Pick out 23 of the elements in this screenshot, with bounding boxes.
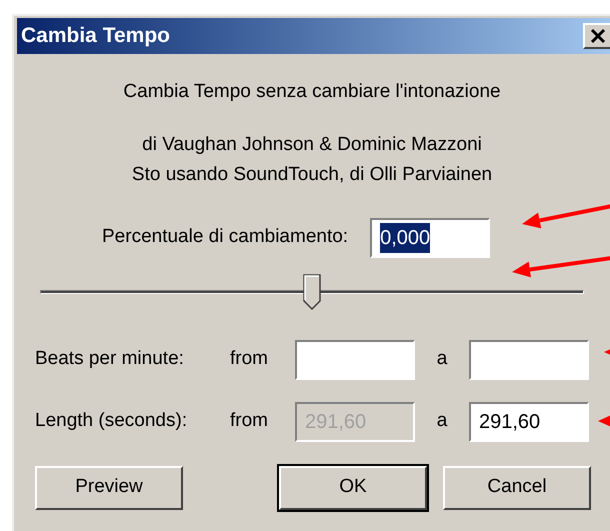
close-icon <box>590 28 606 44</box>
to-field[interactable]: 291,60 <box>469 402 589 442</box>
from-label: from <box>230 409 269 434</box>
window-title: Cambia Tempo <box>21 23 170 50</box>
row-label: Length (seconds): <box>35 409 188 434</box>
row-label: Beats per minute: <box>35 347 185 372</box>
from-label: from <box>230 347 269 372</box>
slider-thumb[interactable] <box>303 274 321 310</box>
description-text: Cambia Tempo senza cambiare l'intonazione <box>123 80 501 104</box>
dialog-button[interactable]: OK <box>279 466 427 510</box>
percent-label: Percentuale di cambiamento: <box>102 225 348 250</box>
description-text: Sto usando SoundTouch, di Olli Parviainen <box>132 163 492 187</box>
from-field[interactable] <box>295 340 415 380</box>
dialog-button[interactable]: Cancel <box>443 466 591 510</box>
close-button[interactable] <box>583 23 610 49</box>
to-field[interactable] <box>469 340 589 380</box>
to-label: a <box>436 409 448 434</box>
to-label: a <box>436 347 448 372</box>
slider[interactable] <box>40 272 584 312</box>
description-text: di Vaughan Johnson & Dominic Mazzoni <box>142 132 482 156</box>
annotation-arrow <box>598 413 610 429</box>
percent-field[interactable]: 0,000 <box>370 218 490 258</box>
dialog-button[interactable]: Preview <box>35 466 183 510</box>
